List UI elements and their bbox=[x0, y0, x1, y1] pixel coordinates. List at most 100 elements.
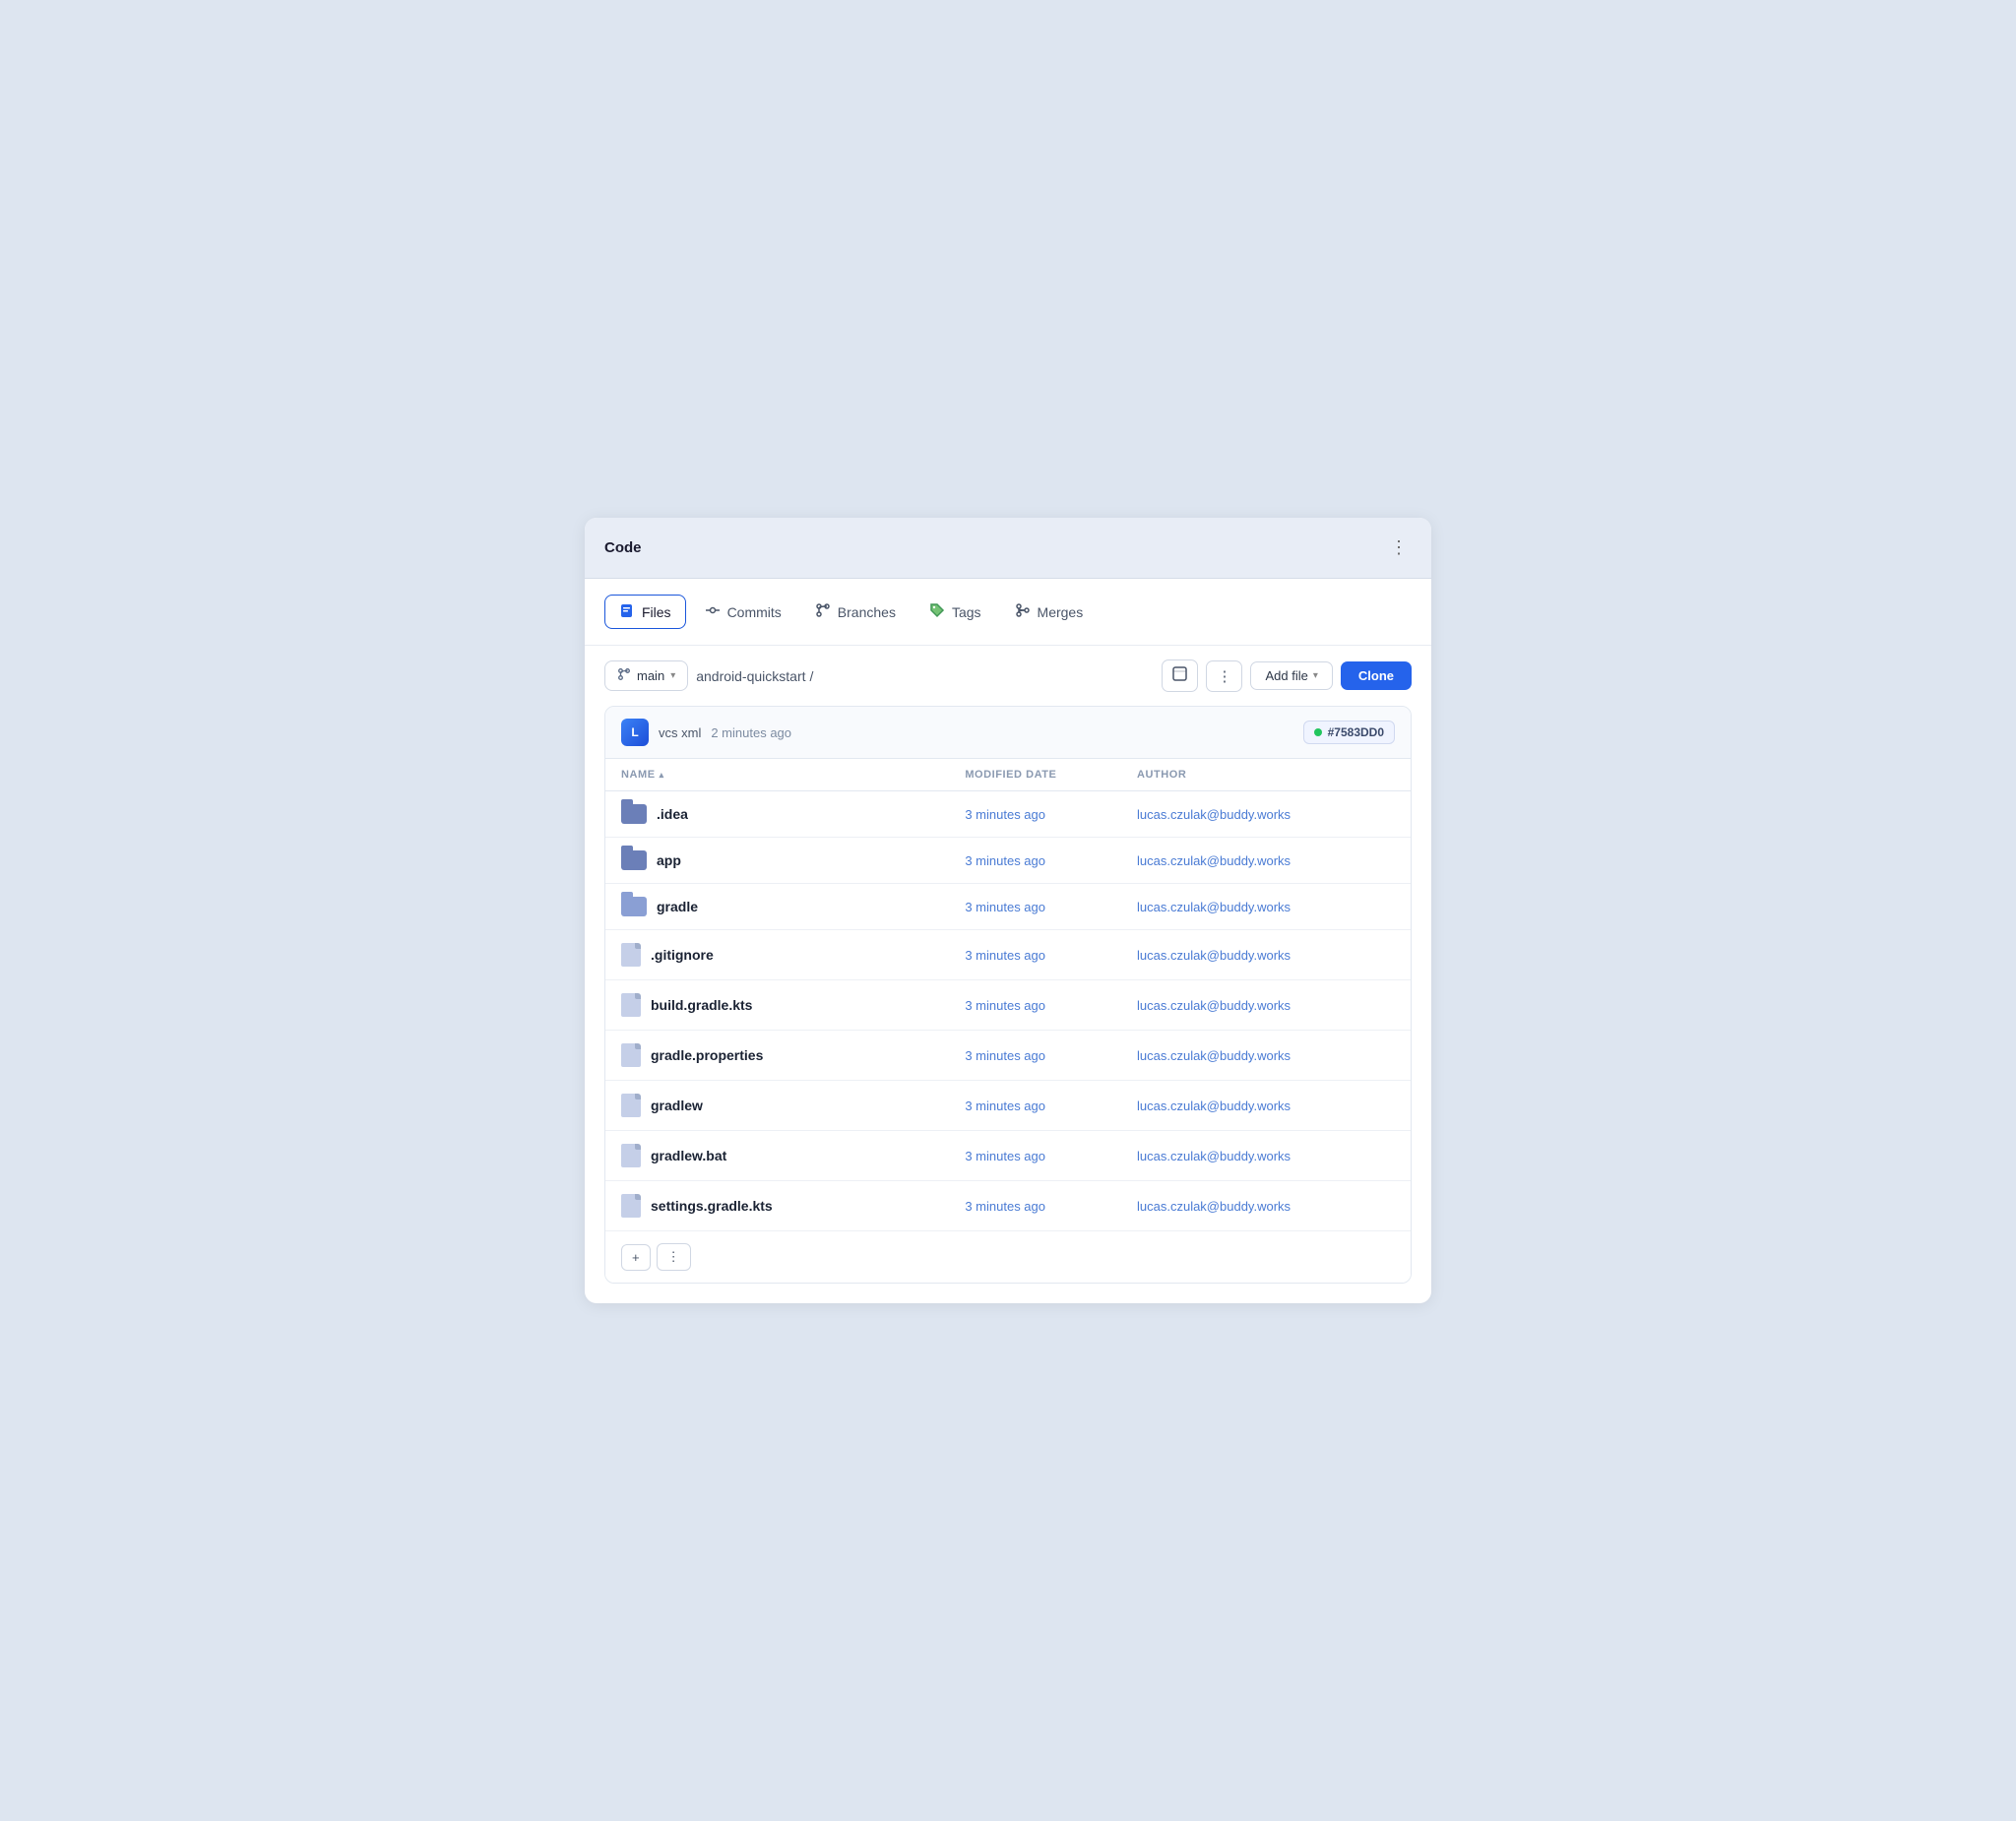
add-action-button[interactable]: + bbox=[621, 1244, 651, 1271]
add-file-label: Add file bbox=[1265, 668, 1307, 683]
file-name: settings.gradle.kts bbox=[651, 1198, 773, 1214]
file-name-cell: gradlew bbox=[621, 1094, 965, 1117]
modified-date-cell: 3 minutes ago bbox=[965, 998, 1137, 1013]
tab-tags[interactable]: Tags bbox=[914, 595, 996, 629]
header-author: AUTHOR bbox=[1137, 769, 1395, 781]
table-row[interactable]: settings.gradle.kts 3 minutes ago lucas.… bbox=[605, 1181, 1411, 1230]
file-icon bbox=[621, 993, 641, 1017]
toolbar: main ▾ android-quickstart / ⋮ bbox=[585, 646, 1431, 706]
breadcrumb-separator: / bbox=[810, 668, 814, 684]
breadcrumb: android-quickstart / bbox=[696, 668, 813, 684]
author-cell: lucas.czulak@buddy.works bbox=[1137, 807, 1395, 822]
tab-commits-label: Commits bbox=[727, 604, 782, 620]
table-row[interactable]: gradle 3 minutes ago lucas.czulak@buddy.… bbox=[605, 884, 1411, 930]
author-cell: lucas.czulak@buddy.works bbox=[1137, 948, 1395, 963]
tags-icon bbox=[929, 602, 945, 621]
table-row[interactable]: .gitignore 3 minutes ago lucas.czulak@bu… bbox=[605, 930, 1411, 980]
branch-name: main bbox=[637, 668, 664, 683]
table-row[interactable]: gradle.properties 3 minutes ago lucas.cz… bbox=[605, 1031, 1411, 1081]
file-name-cell: gradle.properties bbox=[621, 1043, 965, 1067]
toolbar-right: ⋮ Add file ▾ Clone bbox=[1162, 659, 1412, 692]
commit-left: L vcs xml 2 minutes ago bbox=[621, 719, 791, 746]
table-body: .idea 3 minutes ago lucas.czulak@buddy.w… bbox=[605, 791, 1411, 1230]
tab-branches[interactable]: Branches bbox=[800, 595, 911, 629]
file-name-cell: build.gradle.kts bbox=[621, 993, 965, 1017]
author-cell: lucas.czulak@buddy.works bbox=[1137, 1149, 1395, 1163]
modified-date-cell: 3 minutes ago bbox=[965, 1099, 1137, 1113]
tab-merges[interactable]: Merges bbox=[1000, 595, 1099, 629]
avatar: L bbox=[621, 719, 649, 746]
author-cell: lucas.czulak@buddy.works bbox=[1137, 900, 1395, 914]
sort-icon: ▴ bbox=[660, 770, 664, 781]
header-name[interactable]: NAME ▴ bbox=[621, 769, 965, 781]
more-options-icon: ⋮ bbox=[1217, 667, 1231, 685]
more-action-button[interactable]: ⋮ bbox=[657, 1243, 691, 1271]
modified-date-cell: 3 minutes ago bbox=[965, 900, 1137, 914]
tab-files-label: Files bbox=[642, 604, 671, 620]
breadcrumb-path: android-quickstart bbox=[696, 668, 805, 684]
file-name: gradle bbox=[657, 899, 698, 914]
commit-hash[interactable]: #7583DD0 bbox=[1303, 721, 1395, 744]
file-table-container: L vcs xml 2 minutes ago #7583DD0 NAME ▴ … bbox=[604, 706, 1412, 1284]
file-name-cell: gradlew.bat bbox=[621, 1144, 965, 1167]
tab-merges-label: Merges bbox=[1038, 604, 1084, 620]
main-panel: Code ⋮ Files Commits bbox=[585, 518, 1431, 1303]
clone-label: Clone bbox=[1358, 668, 1394, 683]
commit-row: L vcs xml 2 minutes ago #7583DD0 bbox=[605, 707, 1411, 759]
author-cell: lucas.czulak@buddy.works bbox=[1137, 998, 1395, 1013]
table-row[interactable]: gradlew.bat 3 minutes ago lucas.czulak@b… bbox=[605, 1131, 1411, 1181]
panel-menu-icon[interactable]: ⋮ bbox=[1386, 534, 1412, 562]
tab-files[interactable]: Files bbox=[604, 595, 686, 629]
file-name-cell: app bbox=[621, 850, 965, 870]
more-options-button[interactable]: ⋮ bbox=[1206, 660, 1242, 692]
file-name: .idea bbox=[657, 806, 688, 822]
file-icon bbox=[621, 1144, 641, 1167]
panel-header: Code ⋮ bbox=[585, 518, 1431, 579]
bottom-actions: + ⋮ bbox=[605, 1230, 1411, 1283]
tab-branches-label: Branches bbox=[838, 604, 896, 620]
file-name-cell: gradle bbox=[621, 897, 965, 916]
file-name: app bbox=[657, 852, 681, 868]
commit-message: vcs xml bbox=[659, 725, 701, 740]
modified-date-cell: 3 minutes ago bbox=[965, 1048, 1137, 1063]
clone-button[interactable]: Clone bbox=[1341, 661, 1412, 690]
add-icon: + bbox=[632, 1250, 640, 1265]
author-cell: lucas.czulak@buddy.works bbox=[1137, 1099, 1395, 1113]
file-name-cell: settings.gradle.kts bbox=[621, 1194, 965, 1218]
folder-icon bbox=[621, 850, 647, 870]
table-row[interactable]: .idea 3 minutes ago lucas.czulak@buddy.w… bbox=[605, 791, 1411, 838]
modified-date-cell: 3 minutes ago bbox=[965, 1149, 1137, 1163]
add-file-chevron-icon: ▾ bbox=[1313, 670, 1318, 681]
table-row[interactable]: app 3 minutes ago lucas.czulak@buddy.wor… bbox=[605, 838, 1411, 884]
file-name: .gitignore bbox=[651, 947, 714, 963]
file-name-cell: .gitignore bbox=[621, 943, 965, 967]
commit-hash-text: #7583DD0 bbox=[1328, 725, 1384, 739]
folder-icon bbox=[621, 897, 647, 916]
expand-button[interactable] bbox=[1162, 659, 1198, 692]
file-icon bbox=[621, 1094, 641, 1117]
branch-chevron-icon: ▾ bbox=[670, 670, 675, 681]
modified-date-cell: 3 minutes ago bbox=[965, 948, 1137, 963]
tabs-bar: Files Commits Br bbox=[585, 579, 1431, 646]
tab-tags-label: Tags bbox=[952, 604, 981, 620]
file-name: gradle.properties bbox=[651, 1047, 763, 1063]
table-header: NAME ▴ MODIFIED DATE AUTHOR bbox=[605, 759, 1411, 791]
file-icon bbox=[621, 1194, 641, 1218]
table-row[interactable]: gradlew 3 minutes ago lucas.czulak@buddy… bbox=[605, 1081, 1411, 1131]
modified-date-cell: 3 minutes ago bbox=[965, 1199, 1137, 1214]
file-name: gradlew bbox=[651, 1098, 703, 1113]
tab-commits[interactable]: Commits bbox=[690, 595, 796, 629]
file-name: build.gradle.kts bbox=[651, 997, 752, 1013]
file-icon bbox=[621, 943, 641, 967]
add-file-button[interactable]: Add file ▾ bbox=[1250, 661, 1332, 690]
more-icon: ⋮ bbox=[667, 1249, 680, 1265]
merges-icon bbox=[1015, 602, 1031, 621]
commit-time: 2 minutes ago bbox=[711, 725, 791, 740]
folder-icon bbox=[621, 804, 647, 824]
branches-icon bbox=[815, 602, 831, 621]
branch-selector[interactable]: main ▾ bbox=[604, 660, 688, 691]
avatar-initial: L bbox=[631, 725, 638, 739]
branch-icon bbox=[617, 667, 631, 684]
table-row[interactable]: build.gradle.kts 3 minutes ago lucas.czu… bbox=[605, 980, 1411, 1031]
files-icon bbox=[619, 602, 635, 621]
